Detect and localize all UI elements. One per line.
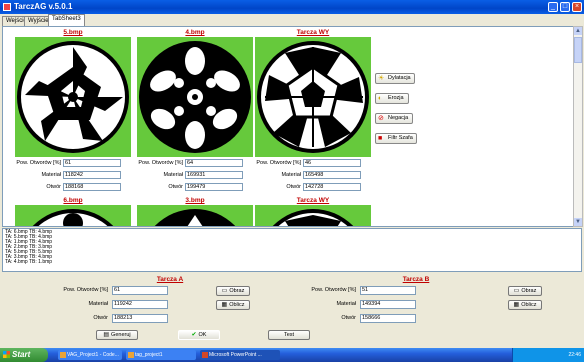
panel-title: Tarcza WY — [296, 197, 330, 204]
generate-icon: ▤ — [103, 332, 110, 338]
material-field[interactable]: 165498 — [303, 171, 361, 179]
maximize-button[interactable]: □ — [560, 2, 570, 12]
app-icon — [128, 352, 134, 358]
material-label: Materiał — [41, 172, 61, 178]
log-line: TA: 4.bmp TB: 1.bmp — [5, 259, 53, 265]
test-button[interactable]: Test — [268, 330, 310, 340]
window-title: TarczAG v.5.0.1 — [14, 2, 73, 11]
vertical-scrollbar[interactable]: ▲ ▼ — [573, 26, 583, 227]
disc-image-5 — [15, 37, 131, 157]
clock: 22:46 — [568, 352, 581, 358]
disc-image-3 — [137, 205, 253, 226]
tarcza-b-otwor-field[interactable]: 158666 — [360, 314, 416, 323]
otwor-field[interactable]: 142728 — [303, 183, 361, 191]
tab-tabsheet3[interactable]: TabSheet3 — [48, 14, 85, 26]
lightbulb-icon: ☀ — [378, 75, 385, 82]
system-tray: 22:46 — [512, 348, 584, 362]
tarcza-a-title: Tarcza A — [156, 276, 184, 283]
tarcza-b-pow-field[interactable]: 51 — [360, 286, 416, 295]
tarcza-a-otwor-field[interactable]: 188213 — [112, 314, 168, 323]
taskbar-item[interactable]: tag_project1 — [126, 350, 196, 360]
taskbar-item[interactable]: Microsoft PowerPoint ... — [200, 350, 280, 360]
dilation-button[interactable]: ☀ Dylatacja — [375, 73, 415, 84]
otwor-label: Otwór — [168, 184, 183, 190]
panel-title: 3.bmp — [185, 197, 205, 204]
pow-label: Pow. Otworów [%] — [16, 160, 61, 166]
tarcza-b-title: Tarcza B — [402, 276, 430, 283]
filter-icon: ■ — [378, 135, 383, 142]
tarcza-b-image-button[interactable]: ▭ Obraz — [508, 286, 542, 296]
otwor-field[interactable]: 188168 — [63, 183, 121, 191]
material-label: Materiał — [163, 172, 183, 178]
sun-icon: ◐ — [378, 95, 383, 102]
otwor-label: Otwór — [46, 184, 61, 190]
disc-image-output-2 — [255, 205, 371, 226]
log-list[interactable]: TA: 6.bmp TB: 4.bmp TA: 5.bmp TB: 4.bmp … — [2, 228, 582, 272]
panel-title: 5.bmp — [63, 29, 83, 36]
image-pane: 5.bmp Pow. Otworów [%] 61 Materiał 11824… — [2, 26, 576, 227]
powerpoint-icon — [202, 352, 208, 358]
panel-title: 6.bmp — [63, 197, 83, 204]
folder-icon: ▭ — [513, 288, 520, 294]
erosion-button[interactable]: ◐ Erozja — [375, 93, 409, 104]
material-field[interactable]: 169931 — [185, 171, 243, 179]
filter-button[interactable]: ■ Filtr Szafa — [375, 133, 417, 144]
windows-logo-icon — [3, 351, 10, 358]
ok-button[interactable]: ✔ OK — [178, 330, 220, 340]
tarcza-b-otwor-label: Otwór — [341, 315, 356, 321]
tarcza-a-otwor-label: Otwór — [93, 315, 108, 321]
title-bar: TarczAG v.5.0.1 _ □ × — [0, 0, 584, 14]
negation-button[interactable]: ⊘ Negacja — [375, 113, 413, 124]
scroll-down-icon[interactable]: ▼ — [574, 218, 582, 226]
folder-icon: ▭ — [221, 288, 228, 294]
tab-bar: Wejście Wyjście TabSheet3 — [0, 14, 584, 26]
tarcza-a-material-label: Materiał — [88, 301, 108, 307]
otwor-field[interactable]: 199479 — [185, 183, 243, 191]
disc-image-output — [255, 37, 371, 157]
tarcza-a-pow-label: Pow. Otworów [%] — [63, 287, 108, 293]
pow-field[interactable]: 61 — [63, 159, 121, 167]
pow-field[interactable]: 46 — [303, 159, 361, 167]
material-field[interactable]: 118242 — [63, 171, 121, 179]
tarcza-a-image-button[interactable]: ▭ Obraz — [216, 286, 250, 296]
start-button[interactable]: Start — [0, 348, 48, 362]
generate-button[interactable]: ▤ Generuj — [96, 330, 138, 340]
tarcza-a-compute-button[interactable]: ▦ Oblicz — [216, 300, 250, 310]
app-icon — [3, 3, 11, 11]
calculator-icon: ▦ — [221, 302, 228, 308]
material-label: Materiał — [281, 172, 301, 178]
disc-image-6 — [15, 205, 131, 226]
pow-label: Pow. Otworów [%] — [256, 160, 301, 166]
checkmark-icon: ✔ — [191, 332, 197, 338]
panel-title: Tarcza WY — [296, 29, 330, 36]
scroll-up-icon[interactable]: ▲ — [574, 27, 582, 35]
app-icon — [60, 352, 66, 358]
pow-field[interactable]: 64 — [185, 159, 243, 167]
scroll-thumb[interactable] — [574, 37, 582, 63]
panel-title: 4.bmp — [185, 29, 205, 36]
tarcza-b-material-field[interactable]: 149394 — [360, 300, 416, 309]
tarcza-b-compute-button[interactable]: ▦ Oblicz — [508, 300, 542, 310]
tarcza-a-pow-field[interactable]: 61 — [112, 286, 168, 295]
tarcza-b-pow-label: Pow. Otworów [%] — [311, 287, 356, 293]
pow-label: Pow. Otworów [%] — [138, 160, 183, 166]
no-entry-icon: ⊘ — [378, 115, 384, 122]
calculator-icon: ▦ — [513, 302, 520, 308]
taskbar: Start VAG_Project1 - Code... tag_project… — [0, 348, 584, 362]
otwor-label: Otwór — [286, 184, 301, 190]
tarcza-b-material-label: Materiał — [336, 301, 356, 307]
minimize-button[interactable]: _ — [548, 2, 558, 12]
taskbar-item[interactable]: VAG_Project1 - Code... — [58, 350, 122, 360]
close-button[interactable]: × — [572, 2, 582, 12]
disc-image-4 — [137, 37, 253, 157]
tarcza-a-material-field[interactable]: 119242 — [112, 300, 168, 309]
